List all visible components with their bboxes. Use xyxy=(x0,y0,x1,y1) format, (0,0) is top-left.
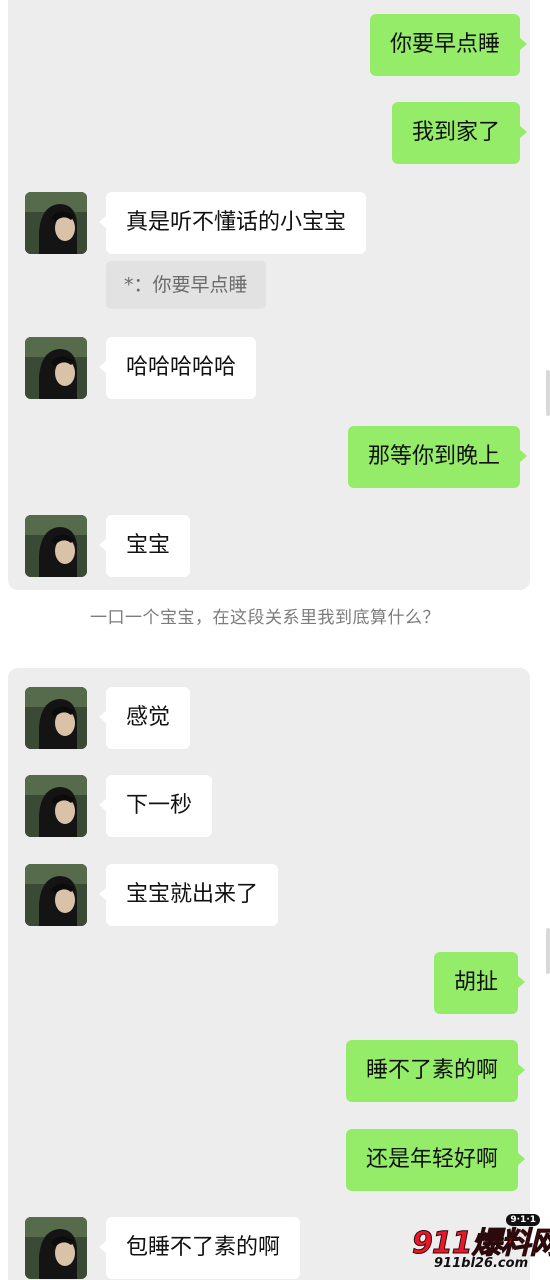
contact-avatar[interactable] xyxy=(25,1217,87,1279)
avatar-photo xyxy=(25,775,87,837)
avatar-photo xyxy=(25,515,87,577)
watermark-badge: 9·1·1 xyxy=(506,1214,540,1226)
contact-avatar[interactable] xyxy=(25,515,87,577)
contact-avatar[interactable] xyxy=(25,775,87,837)
message-bubble-incoming[interactable]: 宝宝 xyxy=(98,515,191,577)
scroll-indicator xyxy=(546,370,550,416)
site-watermark-logo: 911爆料网 9·1·1 911bl26.com xyxy=(404,1214,550,1276)
message-bubble-incoming[interactable]: 感觉 xyxy=(98,687,191,749)
message-bubble-incoming[interactable]: 包睡不了素的啊 xyxy=(98,1217,301,1279)
quoted-reply[interactable]: *：你要早点睡 xyxy=(106,261,266,309)
caption-text: 一口一个宝宝，在这段关系里我到底算什么？ xyxy=(90,608,440,628)
message-bubble-outgoing[interactable]: 你要早点睡 xyxy=(369,14,528,76)
message-bubble-incoming[interactable]: 宝宝就出来了 xyxy=(98,864,279,926)
contact-avatar[interactable] xyxy=(25,864,87,926)
chat-screenshot-1 xyxy=(8,0,530,590)
watermark-url: 911bl26.com xyxy=(434,1256,529,1271)
message-bubble-incoming[interactable]: 真是听不懂话的小宝宝 xyxy=(98,192,367,254)
message-bubble-outgoing[interactable]: 那等你到晚上 xyxy=(347,426,528,488)
avatar-photo xyxy=(25,192,87,254)
avatar-photo xyxy=(25,864,87,926)
message-bubble-outgoing[interactable]: 胡扯 xyxy=(433,952,526,1014)
avatar-photo xyxy=(25,337,87,399)
contact-avatar[interactable] xyxy=(25,337,87,399)
message-bubble-incoming[interactable]: 下一秒 xyxy=(98,775,213,837)
message-bubble-outgoing[interactable]: 我到家了 xyxy=(391,102,528,164)
contact-avatar[interactable] xyxy=(25,192,87,254)
message-bubble-outgoing[interactable]: 还是年轻好啊 xyxy=(345,1129,526,1191)
scroll-indicator xyxy=(546,928,550,974)
avatar-photo xyxy=(25,1217,87,1279)
message-bubble-outgoing[interactable]: 睡不了素的啊 xyxy=(345,1040,526,1102)
message-bubble-incoming[interactable]: 哈哈哈哈哈 xyxy=(98,337,257,399)
contact-avatar[interactable] xyxy=(25,687,87,749)
avatar-photo xyxy=(25,687,87,749)
